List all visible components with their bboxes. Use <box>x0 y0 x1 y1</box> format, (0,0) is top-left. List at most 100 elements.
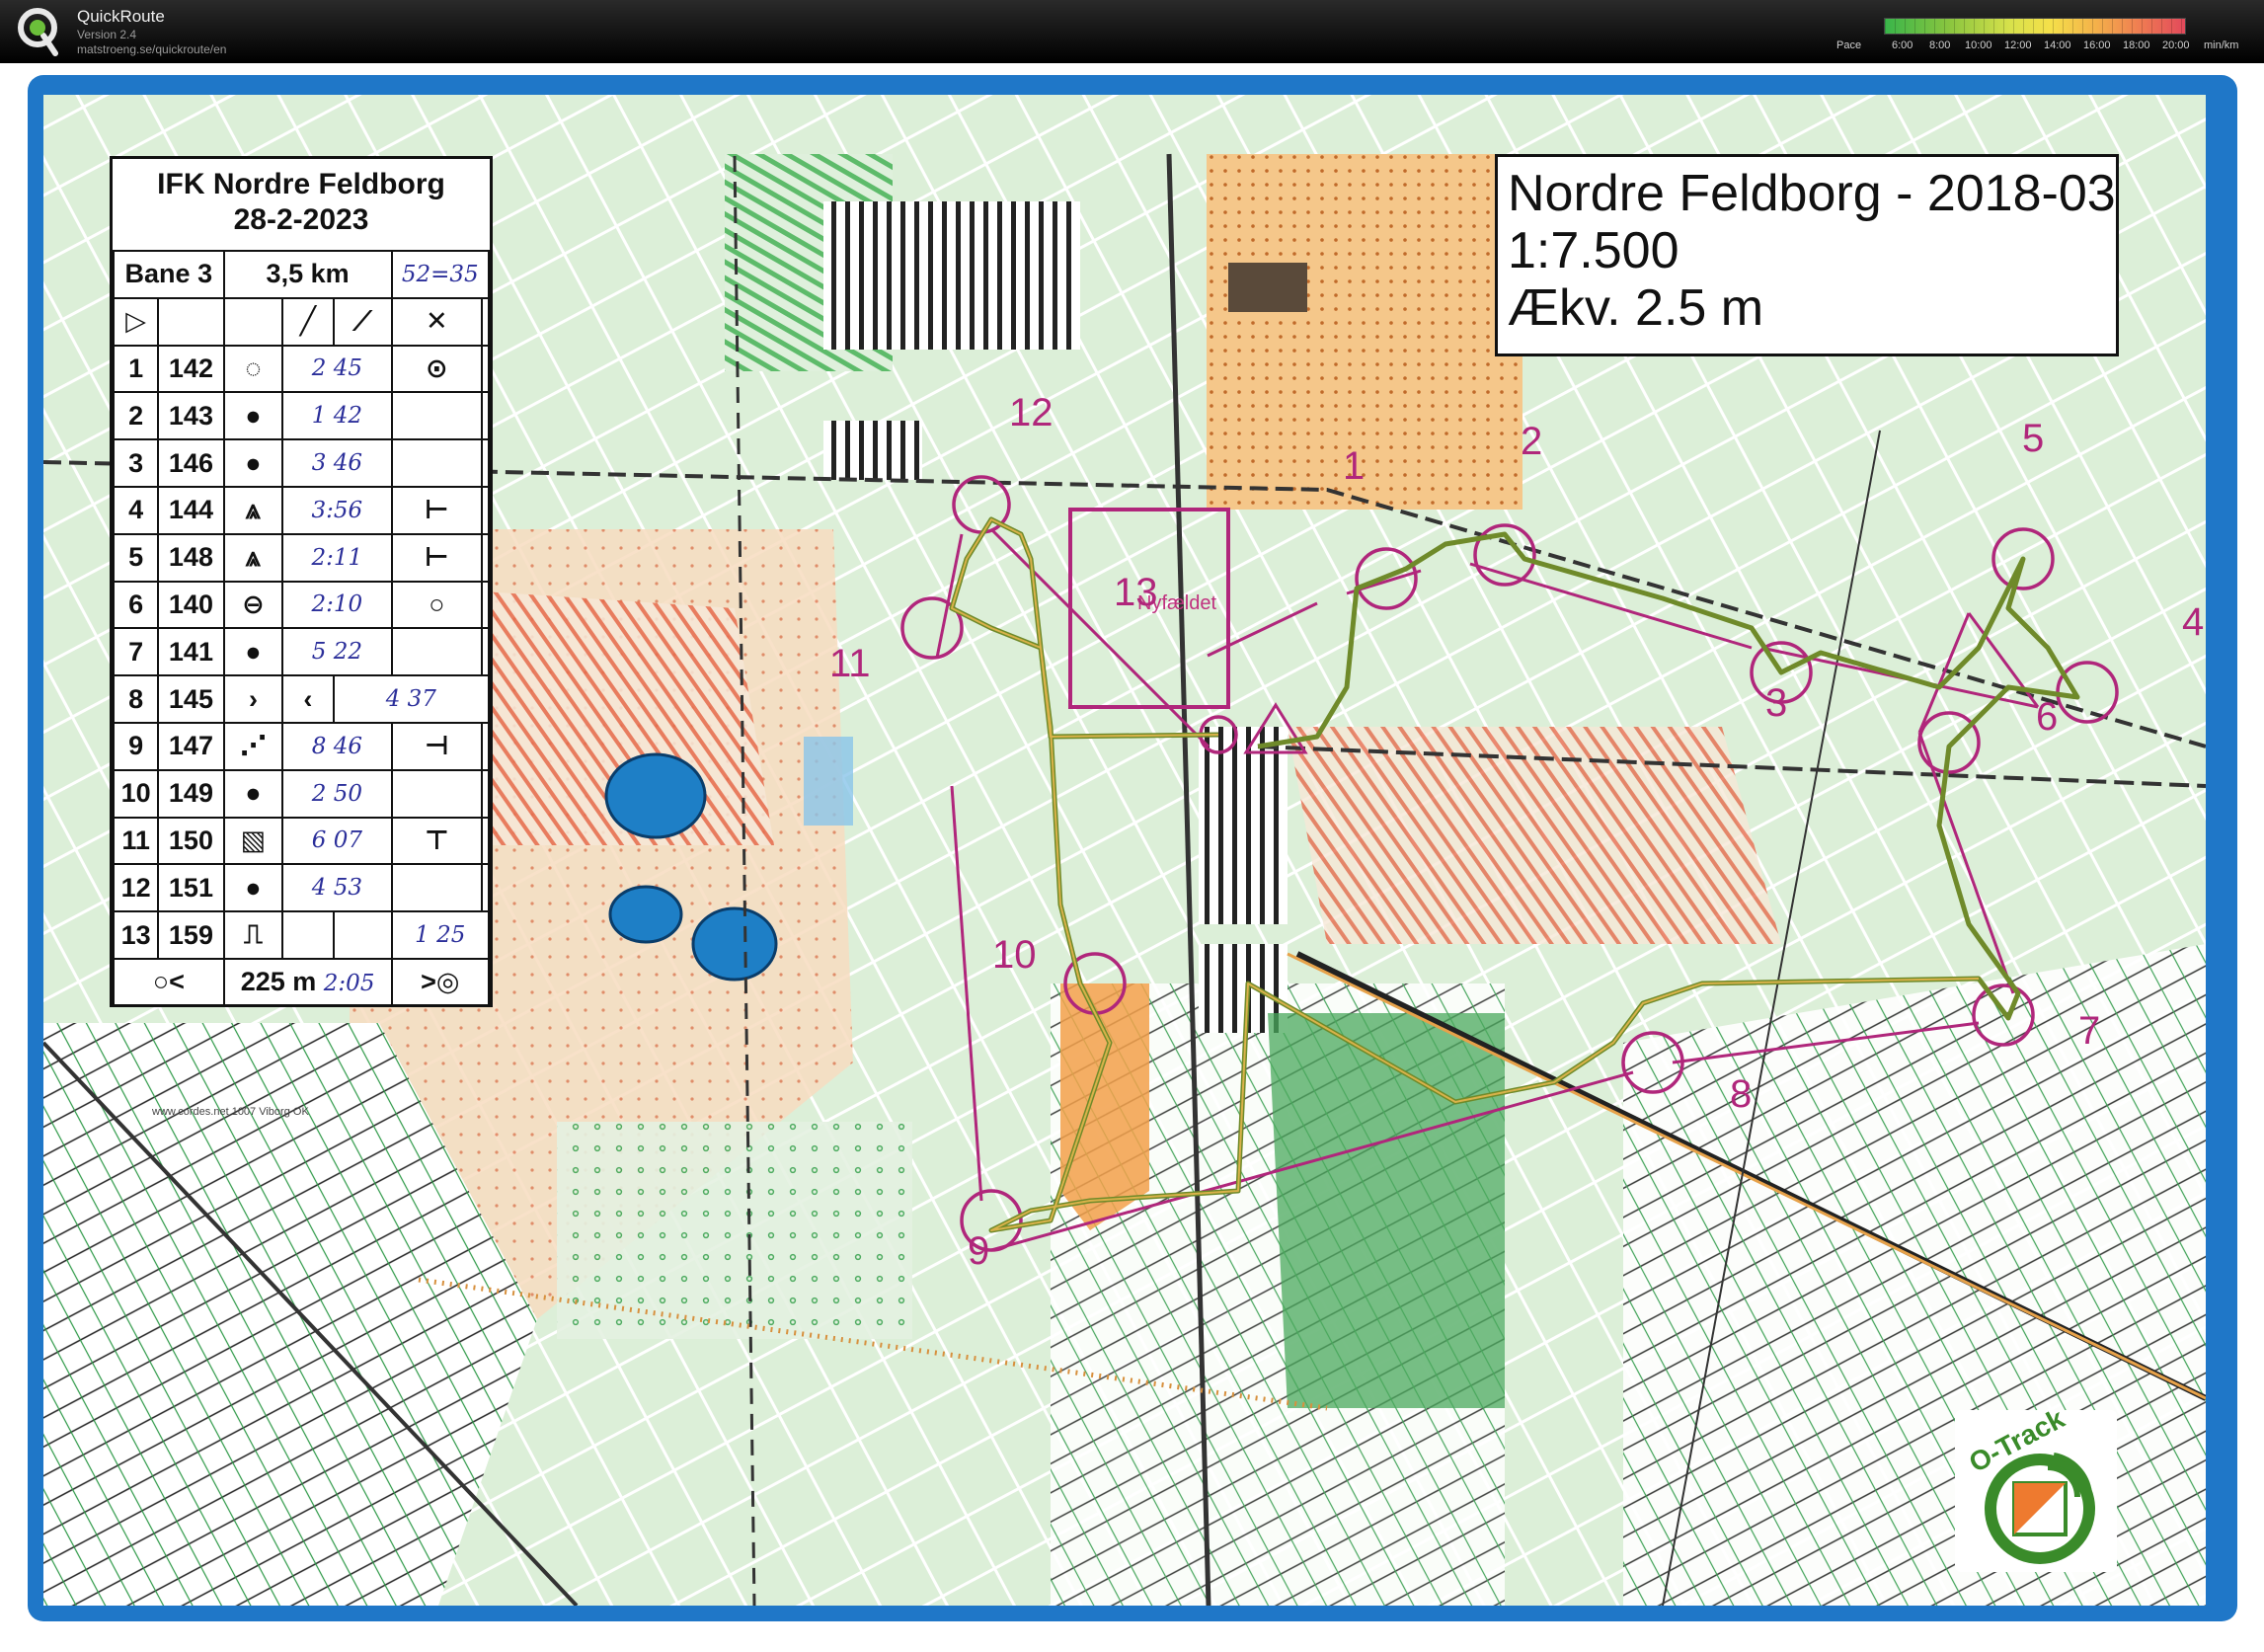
table-cell: 141 <box>157 627 225 677</box>
start-row: ▷ ╱ ⟋ ✕ <box>112 296 490 347</box>
table-cell: ⊢ <box>390 532 484 583</box>
pace-label: Pace <box>1836 39 1862 51</box>
map-title: Nordre Feldborg - 2018-03 <box>1508 165 2116 222</box>
table-cell: ⩓ <box>222 485 284 535</box>
table-cell: 149 <box>157 768 225 819</box>
table-cell <box>222 296 284 347</box>
table-row: 1 142 ◌ 2 45 ⊙ <box>112 344 490 394</box>
control-description-table: Bane 3 3,5 km 52=35 ▷ ╱ ⟋ ✕ 1 142 ◌ 2 45 ⊙ 2… <box>112 250 491 1007</box>
table-cell: 2 <box>112 391 160 441</box>
table-cell: 9 <box>112 721 160 771</box>
table-cell: ⊣ <box>390 721 484 771</box>
table-cell: 146 <box>157 438 225 488</box>
event-name: IFK Nordre Feldborg <box>157 168 445 200</box>
table-cell: ▧ <box>222 816 284 866</box>
table-row: 11 150 ▧ 6 07 ⊤ <box>112 816 490 866</box>
map-info-box: Nordre Feldborg - 2018-03 1:7.500 Ækv. 2… <box>1495 154 2119 356</box>
table-cell <box>332 910 393 960</box>
table-cell <box>481 627 490 677</box>
table-cell <box>390 627 484 677</box>
table-cell: 13 <box>112 910 160 960</box>
table-cell: 143 <box>157 391 225 441</box>
table-cell: ⎍ <box>222 910 284 960</box>
track-icon: ⟋ <box>332 296 393 347</box>
table-cell: 159 <box>157 910 225 960</box>
app-title-bar: QuickRoute Version 2.4 matstroeng.se/qui… <box>0 0 2264 63</box>
map-scale: 1:7.500 <box>1508 222 1679 279</box>
crossing-icon: ╱ <box>281 296 335 347</box>
control-number-10: 10 <box>992 933 1037 977</box>
table-cell: 3:56 <box>281 485 393 535</box>
table-cell: ● <box>222 391 284 441</box>
table-cell: 8 46 <box>281 721 393 771</box>
table-cell: 4 53 <box>281 863 393 913</box>
table-cell <box>157 296 225 347</box>
table-cell <box>481 391 490 441</box>
table-row: 3 146 ● 3 46 <box>112 438 490 488</box>
event-date: 28-2-2023 <box>233 203 369 236</box>
table-row: 10 149 ● 2 50 <box>112 768 490 819</box>
total-time: 52=35 <box>390 250 491 299</box>
app-version: Version 2.4 <box>77 28 137 41</box>
table-row: 13 159 ⎍ 1 25 <box>112 910 491 960</box>
table-cell: 150 <box>157 816 225 866</box>
course-header-row: Bane 3 3,5 km 52=35 <box>113 250 491 299</box>
table-cell: 145 <box>157 674 225 724</box>
pace-unit: min/km <box>2204 39 2239 51</box>
table-cell <box>390 438 484 488</box>
table-row: 7 141 ● 5 22 <box>112 627 490 677</box>
table-cell: ● <box>222 863 284 913</box>
table-cell <box>281 910 335 960</box>
control-number-8: 8 <box>1730 1072 1753 1116</box>
table-cell: 1 42 <box>281 391 393 441</box>
table-cell: 148 <box>157 532 225 583</box>
table-cell: 12 <box>112 863 160 913</box>
control-number-5: 5 <box>2022 417 2045 460</box>
table-cell: 5 <box>112 532 160 583</box>
table-cell: 6 <box>112 580 160 630</box>
table-cell: ⊙ <box>390 344 484 394</box>
table-cell <box>390 863 484 913</box>
table-cell: 1 25 <box>390 910 491 960</box>
table-row: 5 148 ⩓ 2:11 ⊢ <box>112 532 490 583</box>
table-cell <box>481 532 490 583</box>
table-cell <box>481 721 490 771</box>
table-cell <box>481 296 490 347</box>
table-cell: 142 <box>157 344 225 394</box>
table-row: 12 151 ● 4 53 <box>112 863 490 913</box>
map-equidistance: Ækv. 2.5 m <box>1508 279 1764 337</box>
table-cell <box>481 438 490 488</box>
course-name: Bane 3 <box>113 250 225 299</box>
control-number-7: 7 <box>2078 1009 2101 1053</box>
table-cell: ⊤ <box>390 816 484 866</box>
table-cell <box>390 391 484 441</box>
table-cell <box>481 816 490 866</box>
table-cell: 2 50 <box>281 768 393 819</box>
control-number-6: 6 <box>2036 695 2059 739</box>
pace-tick: 6:00 <box>1892 39 1913 51</box>
cross-icon: ✕ <box>390 296 484 347</box>
table-row: 9 147 ⋰ 8 46 ⊣ <box>112 721 490 771</box>
pace-tick: 8:00 <box>1929 39 1951 51</box>
table-row: 6 140 ⊖ 2:10 ○ <box>112 580 490 630</box>
app-name: QuickRoute <box>77 7 165 26</box>
quickroute-logo-icon <box>18 8 58 56</box>
table-cell: 4 <box>112 485 160 535</box>
table-cell: 3 46 <box>281 438 393 488</box>
table-cell: 151 <box>157 863 225 913</box>
app-url[interactable]: matstroeng.se/quickroute/en <box>77 42 226 56</box>
table-cell: › <box>222 674 284 724</box>
control-number-12: 12 <box>1009 391 1054 434</box>
table-cell: 144 <box>157 485 225 535</box>
table-cell: 5 22 <box>281 627 393 677</box>
print-url: www.cordes.net 1007 Viborg OK <box>152 1106 309 1118</box>
control-number-11: 11 <box>829 642 871 685</box>
table-cell: ⋰ <box>222 721 284 771</box>
control-description-card: IFK Nordre Feldborg 28-2-2023 Bane 3 3,5… <box>110 156 493 1007</box>
control-number-2: 2 <box>1521 420 1543 463</box>
finish-distance: 225 m 2:05 <box>222 957 393 1007</box>
table-cell: 11 <box>112 816 160 866</box>
finish-start-icon: ○< <box>113 957 225 1007</box>
pace-tick: 20:00 <box>2162 39 2190 51</box>
table-cell <box>481 344 490 394</box>
